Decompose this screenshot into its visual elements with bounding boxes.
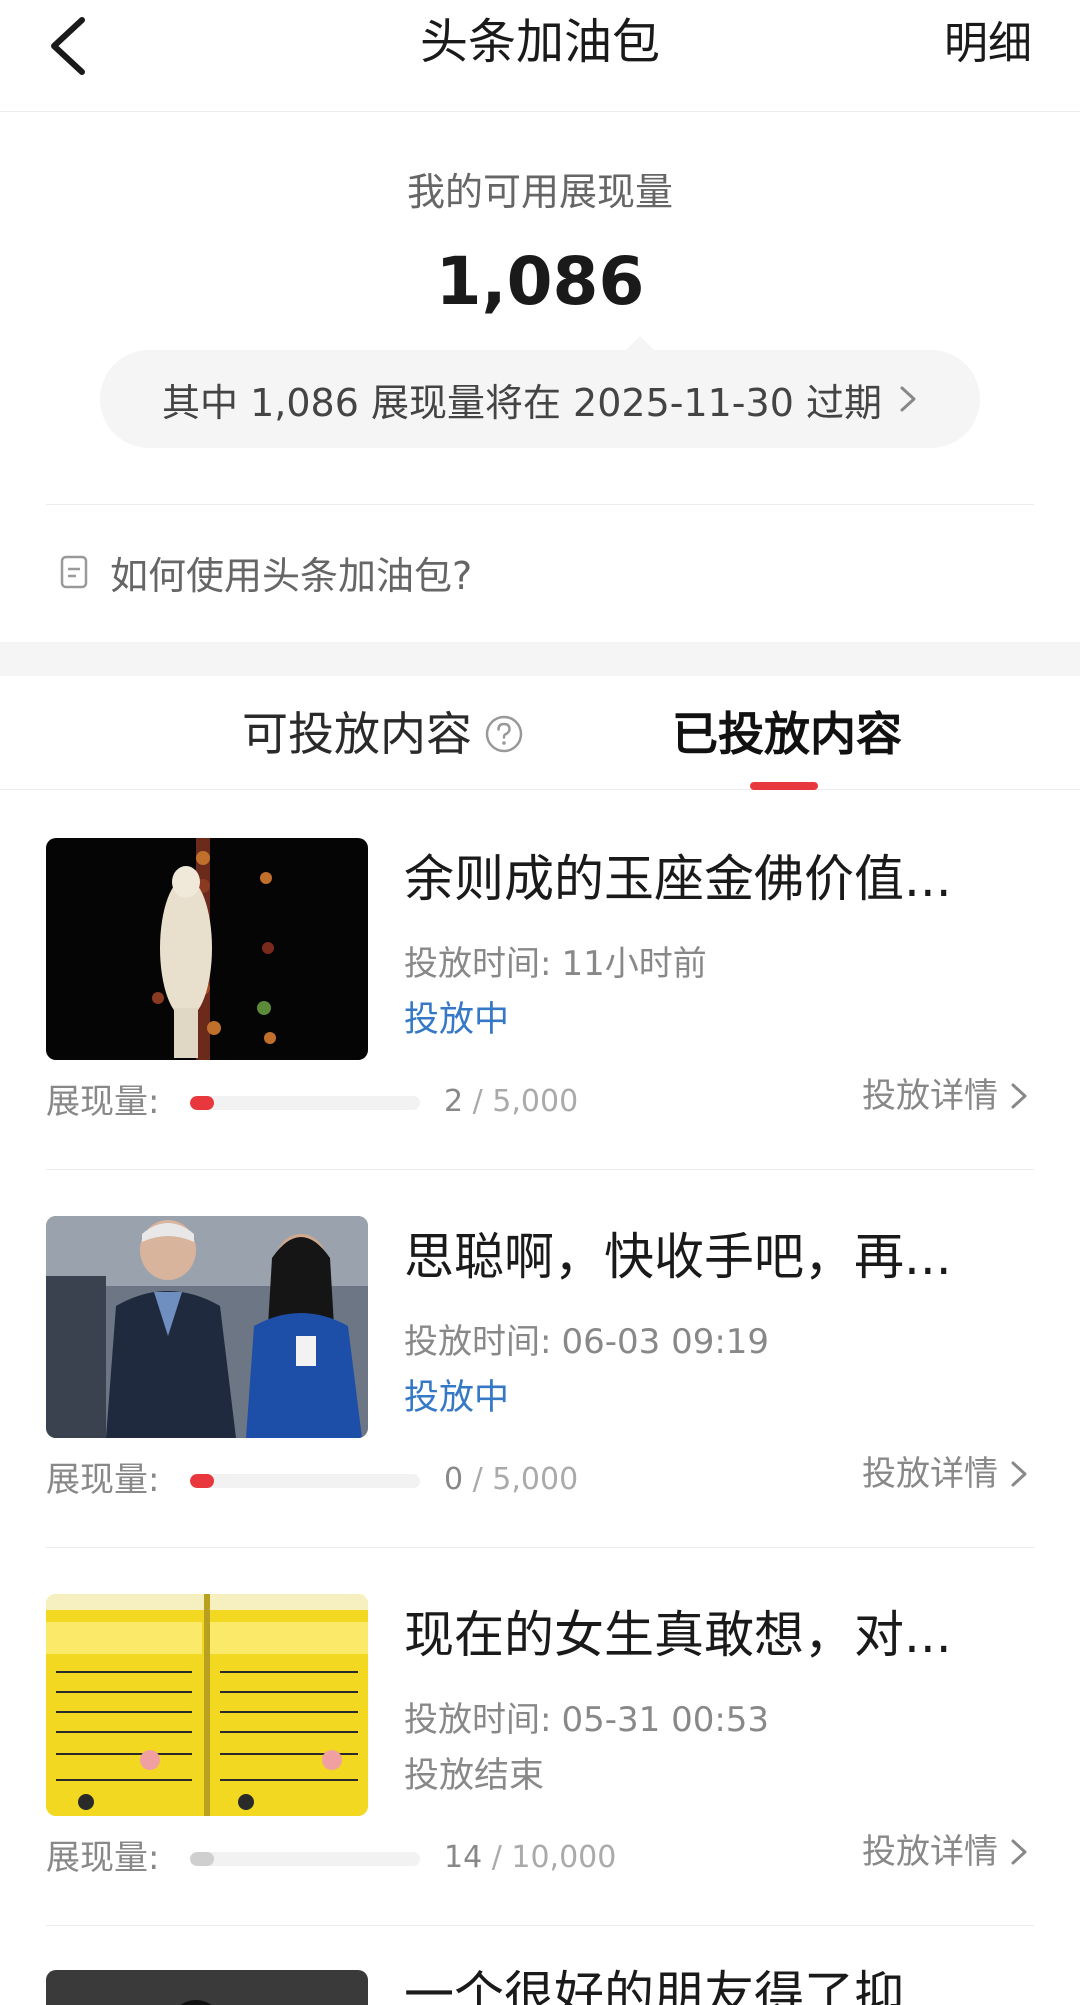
impressions-current: 2 [444,1084,464,1119]
impressions-current: 14 [444,1840,483,1875]
item-time: 投放时间: 11小时前 [404,940,707,988]
divider [46,504,1034,505]
section-separator [0,642,1080,676]
chevron-right-icon [1011,1839,1027,1865]
impressions-progress-fill [190,1096,214,1110]
chevron-right-icon [1011,1461,1027,1487]
list-item[interactable]: 一个很好的朋友得了抑 [0,1926,1080,2005]
impressions-progress-fill [190,1474,214,1488]
available-impressions-label: 我的可用展现量 [406,170,673,214]
howto-link[interactable]: 如何使用头条加油包? [60,544,472,600]
thumbnail-yellow-posters [46,1594,368,1816]
impressions-progress-fill [190,1852,214,1866]
item-time-value: 11小时前 [561,944,707,984]
impressions-progress-bar [190,1096,420,1110]
impressions-label: 展现量: [46,1082,160,1122]
impressions-count: 14 / 10,000 [444,1836,616,1880]
content-tabs: 可投放内容 已投放内容 [0,676,1080,790]
list-item[interactable]: 现在的女生真敢想，对... 投放时间: 05-31 00:53 投放结束 展现量:… [0,1548,1080,1926]
item-title: 余则成的玉座金佛价值... [404,850,952,908]
impressions-current: 0 [444,1462,464,1497]
item-title: 现在的女生真敢想，对... [404,1606,952,1664]
tab-active-indicator [750,782,818,790]
chevron-right-icon [900,386,916,412]
tab-label: 可投放内容 [242,707,472,761]
list-item[interactable]: 思聪啊，快收手吧，再... 投放时间: 06-03 09:19 投放中 展现量: … [0,1170,1080,1548]
placement-detail-label: 投放详情 [862,1454,998,1494]
question-circle-icon[interactable] [484,714,524,754]
status-badge: 投放结束 [404,1756,545,1796]
thumbnail-dark-photo [46,1970,368,2005]
chevron-right-icon [1011,1083,1027,1109]
placement-detail-button[interactable]: 投放详情 [862,1450,1028,1498]
thumbnail-people-photo [46,1216,368,1438]
detail-link[interactable]: 明细 [944,12,1032,76]
impressions-total: / 10,000 [491,1840,617,1875]
impressions-label: 展现量: [46,1460,160,1500]
thumbnail-jade-buddha [46,838,368,1060]
item-time-label: 投放时间: [404,1700,552,1740]
expire-notice[interactable]: 其中 1,086 展现量将在 2025-11-30 过期 [100,336,980,448]
tab-label: 已投放内容 [672,707,902,761]
document-icon [60,555,88,589]
impressions-progress-bar [190,1852,420,1866]
placement-detail-label: 投放详情 [862,1076,998,1116]
nav-header: 头条加油包 明细 [0,0,1080,112]
list-item[interactable]: 余则成的玉座金佛价值... 投放时间: 11小时前 投放中 展现量: 2 / 5,… [0,792,1080,1170]
item-time-label: 投放时间: [404,1322,552,1362]
item-time-label: 投放时间: [404,944,552,984]
tab-placed-content[interactable]: 已投放内容 [672,704,902,764]
impressions-label: 展现量: [46,1838,160,1878]
placement-detail-button[interactable]: 投放详情 [862,1072,1028,1120]
impressions-total: / 5,000 [472,1462,579,1497]
tab-available-content[interactable]: 可投放内容 [242,704,524,764]
pill-pointer [624,336,656,352]
status-badge: 投放中 [404,1000,510,1040]
item-time-value: 06-03 09:19 [561,1322,770,1362]
impressions-count: 0 / 5,000 [444,1458,578,1502]
item-time: 投放时间: 06-03 09:19 [404,1318,769,1366]
placement-detail-button[interactable]: 投放详情 [862,1828,1028,1876]
status-badge: 投放中 [404,1378,510,1418]
impressions-count: 2 / 5,000 [444,1080,578,1124]
impressions-progress-bar [190,1474,420,1488]
impressions-total: / 5,000 [472,1084,579,1119]
howto-label: 如何使用头条加油包? [110,553,473,598]
available-impressions-value: 1,086 [435,243,645,320]
placement-detail-label: 投放详情 [862,1832,998,1872]
item-time-value: 05-31 00:53 [561,1700,770,1740]
expire-notice-text: 其中 1,086 展现量将在 2025-11-30 过期 [162,380,882,425]
item-time: 投放时间: 05-31 00:53 [404,1696,769,1744]
page-title: 头条加油包 [419,14,660,70]
item-title: 一个很好的朋友得了抑 [404,1966,904,2005]
item-title: 思聪啊，快收手吧，再... [404,1228,952,1286]
